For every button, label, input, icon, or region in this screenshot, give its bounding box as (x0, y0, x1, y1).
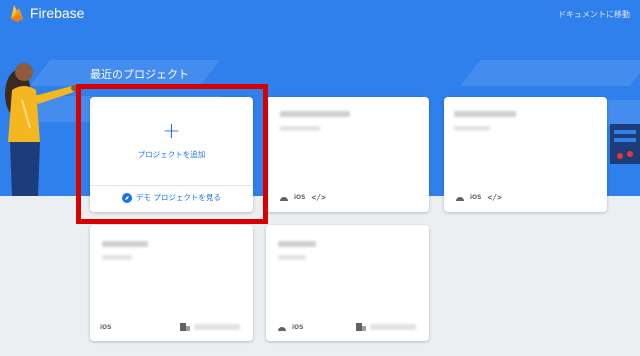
project-id-redacted (454, 126, 490, 131)
highlight-annotation-box (76, 84, 268, 224)
project-card[interactable]: iOS </> (444, 97, 607, 212)
analytics-property-redacted (370, 324, 416, 330)
web-code-icon: </> (311, 193, 326, 202)
docs-link[interactable]: ドキュメントに移動 (558, 9, 630, 20)
section-title: 最近のプロジェクト (90, 68, 189, 81)
project-card[interactable]: iOS (266, 225, 429, 341)
project-id-redacted (280, 126, 320, 131)
project-name-redacted (280, 111, 350, 117)
hero-decoration (459, 60, 640, 86)
project-name-redacted (454, 111, 516, 117)
platform-icons: iOS (278, 324, 303, 331)
project-name-redacted (102, 241, 148, 247)
project-card[interactable]: iOS </> (266, 97, 429, 212)
project-name-redacted (278, 241, 316, 247)
analytics-property-redacted (194, 324, 240, 330)
platform-icons: iOS </> (280, 193, 326, 202)
android-icon (280, 196, 288, 201)
brand-name[interactable]: Firebase (30, 5, 84, 21)
ios-label: iOS (470, 194, 482, 201)
project-card[interactable]: iOS (90, 225, 253, 341)
web-code-icon: </> (487, 193, 502, 202)
android-icon (278, 326, 286, 331)
project-id-redacted (102, 255, 132, 260)
server-illustration (610, 124, 640, 164)
ios-label: iOS (100, 324, 112, 331)
project-id-redacted (278, 255, 306, 260)
analytics-building-icon (180, 323, 190, 331)
person-illustration (5, 63, 77, 196)
ios-label: iOS (294, 194, 306, 201)
firebase-flame-icon[interactable] (10, 4, 24, 22)
platform-icons: iOS (100, 324, 111, 331)
android-icon (456, 196, 464, 201)
analytics-building-icon (356, 323, 366, 331)
ios-label: iOS (292, 324, 304, 331)
top-bar: Firebase ドキュメントに移動 (0, 0, 640, 32)
platform-icons: iOS </> (456, 193, 502, 202)
